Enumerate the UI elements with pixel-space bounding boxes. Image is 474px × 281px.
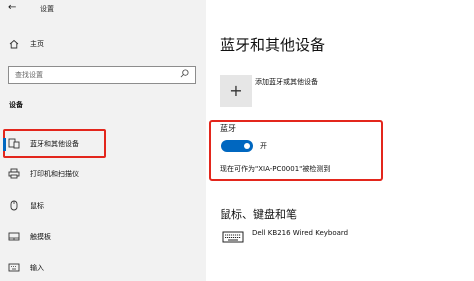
keyboard-icon [222,231,244,243]
toggle-state-label: 开 [260,142,267,150]
bluetooth-heading: 蓝牙 [220,124,236,133]
mouse-icon [10,200,18,211]
section-heading-devices: 设备 [9,101,23,109]
home-icon [9,39,19,49]
toggle-knob [244,143,250,149]
sidebar-item-label: 输入 [30,264,44,272]
keyboard-icon [8,263,20,272]
printer-icon [8,168,20,179]
bluetooth-toggle[interactable] [221,140,253,152]
device-name[interactable]: Dell KB216 Wired Keyboard [252,229,348,237]
title-bar: ← 设置 [0,0,206,18]
page-title: 蓝牙和其他设备 [220,36,326,54]
back-arrow-icon[interactable]: ← [8,2,16,13]
sidebar-item-home[interactable]: 主页 [0,34,206,54]
main-content: 蓝牙和其他设备 + 添加蓝牙或其他设备 蓝牙 开 现在可作为"XIA-PC000… [206,0,474,281]
plus-icon: + [229,81,243,100]
section-heading-mouse-keyboard: 鼠标、键盘和笔 [220,208,297,221]
search-box [8,66,196,84]
sidebar-item-typing[interactable]: 输入 [0,258,206,278]
add-device-button[interactable]: + [220,75,252,107]
bluetooth-devices-icon [8,138,20,149]
touchpad-icon [8,232,20,241]
app-title: 设置 [40,5,54,13]
sidebar-item-label: 打印机和扫描仪 [30,170,79,178]
sidebar-item-mouse[interactable]: 鼠标 [0,196,206,216]
sidebar-item-label: 主页 [30,40,44,48]
discoverable-text: 现在可作为"XIA-PC0001"被检测到 [220,165,331,173]
add-device-label[interactable]: 添加蓝牙或其他设备 [255,77,318,87]
search-input[interactable] [15,69,175,81]
sidebar-item-bluetooth[interactable]: 蓝牙和其他设备 [0,134,206,154]
sidebar-item-touchpad[interactable]: 触摸板 [0,227,206,247]
sidebar-item-label: 触摸板 [30,233,51,241]
sidebar-item-printers[interactable]: 打印机和扫描仪 [0,164,206,184]
sidebar-item-label: 鼠标 [30,202,44,210]
sidebar-item-label: 蓝牙和其他设备 [30,140,79,148]
sidebar: ← 设置 主页 设备 蓝牙和其他设备 打印机和扫描仪 [0,0,206,281]
search-icon[interactable] [180,69,189,78]
